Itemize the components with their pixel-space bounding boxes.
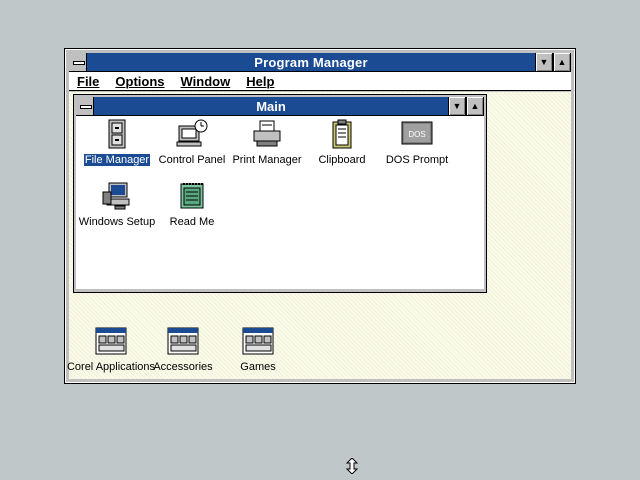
window-title: Program Manager (254, 54, 368, 70)
file-cabinet-icon (108, 119, 126, 149)
windows-setup-icon (102, 182, 130, 210)
resize-vertical-cursor-icon (345, 458, 359, 474)
program-group-icon (242, 327, 274, 355)
dos-prompt-icon: DOS (401, 121, 433, 145)
notepad-icon (180, 183, 204, 209)
program-item-control-panel[interactable]: Control Panel (152, 118, 232, 168)
program-item-windows-setup[interactable]: Windows Setup (77, 180, 157, 230)
program-group-icon (167, 327, 199, 355)
menu-bar: File Options Window Help (69, 72, 571, 91)
main-group-frame: Main ▼ ▲ File Manager Control Panel Prin… (74, 95, 486, 292)
menu-options[interactable]: Options (115, 74, 164, 89)
program-manager-window[interactable]: Program Manager ▼ ▲ File Options Window … (64, 48, 576, 384)
program-item-read-me[interactable]: Read Me (152, 180, 232, 230)
program-label: Print Manager (232, 154, 302, 166)
program-manager-titlebar[interactable]: Program Manager ▼ ▲ (69, 53, 571, 72)
program-group-icon (95, 327, 127, 355)
program-item-print-manager[interactable]: Print Manager (227, 118, 307, 168)
program-label: File Manager (83, 154, 151, 166)
program-label: Clipboard (318, 154, 366, 166)
control-panel-icon (176, 119, 208, 147)
printer-icon (253, 120, 281, 147)
main-maximize-button[interactable]: ▲ (466, 97, 484, 115)
minimize-button[interactable]: ▼ (535, 53, 553, 71)
control-menu-box[interactable] (69, 53, 87, 71)
maximize-button[interactable]: ▲ (553, 53, 571, 71)
group-icon-games[interactable]: Games (213, 327, 303, 373)
main-group-client: File Manager Control Panel Print Manager… (76, 116, 484, 289)
main-group-titlebar[interactable]: Main ▼ ▲ (76, 97, 484, 116)
program-item-file-manager[interactable]: File Manager (77, 118, 157, 168)
clipboard-icon (332, 119, 352, 149)
main-group-window[interactable]: Main ▼ ▲ File Manager Control Panel Prin… (73, 94, 487, 293)
program-manager-frame: Program Manager ▼ ▲ File Options Window … (65, 49, 575, 383)
program-manager-workspace: Main ▼ ▲ File Manager Control Panel Prin… (67, 92, 571, 379)
program-item-clipboard[interactable]: Clipboard (302, 118, 382, 168)
main-minimize-button[interactable]: ▼ (448, 97, 466, 115)
group-label: Games (240, 361, 276, 373)
main-control-menu-box[interactable] (76, 97, 94, 115)
dos-icon-text: DOS (408, 130, 425, 139)
program-label: Windows Setup (78, 216, 156, 228)
program-item-dos-prompt[interactable]: DOS DOS Prompt (377, 118, 457, 168)
menu-file[interactable]: File (77, 74, 99, 89)
menu-window[interactable]: Window (181, 74, 231, 89)
program-label: Read Me (169, 216, 215, 228)
program-label: Control Panel (158, 154, 226, 166)
program-label: DOS Prompt (385, 154, 449, 166)
main-group-title: Main (256, 98, 286, 114)
menu-help[interactable]: Help (246, 74, 274, 89)
